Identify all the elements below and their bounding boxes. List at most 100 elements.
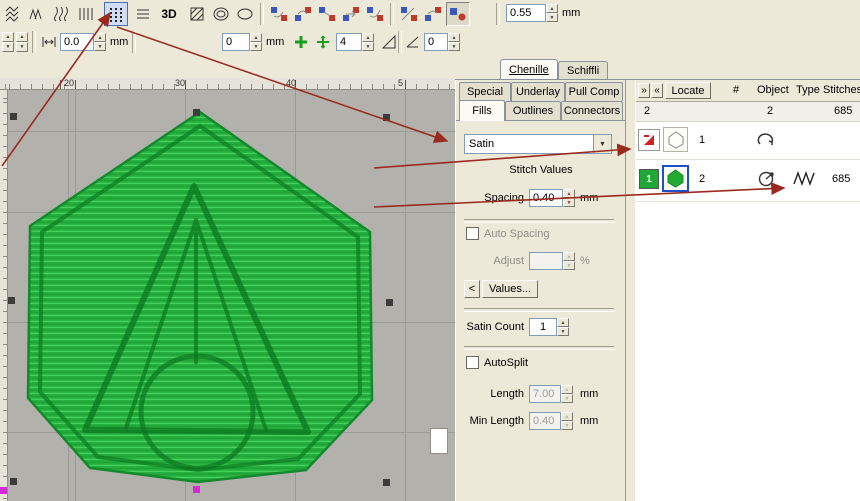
spacing-input[interactable]: 0.40	[529, 189, 563, 207]
spin-up-icon[interactable]: ▲	[94, 33, 106, 42]
color-film-tool-icon[interactable]	[422, 3, 444, 25]
adjust-spinner[interactable]: ▲ ▼	[563, 252, 575, 270]
spread-points-icon[interactable]	[312, 31, 334, 53]
selection-handle-se[interactable]	[383, 479, 390, 486]
tab-pull-comp[interactable]: Pull Comp	[565, 82, 623, 101]
autosplit-checkbox[interactable]	[466, 356, 479, 369]
nudge-spinner-1[interactable]: ▲ ▼	[2, 32, 14, 52]
min-length-spinner[interactable]: ▲ ▼	[561, 412, 573, 430]
selection-handle-w[interactable]	[8, 297, 15, 304]
stitch-player-tool-icon[interactable]	[446, 2, 470, 26]
angle-icon[interactable]	[402, 31, 424, 53]
double-ellipse-icon[interactable]	[210, 3, 232, 25]
wave-fill-icon[interactable]	[50, 3, 72, 25]
spin-up-icon[interactable]: ▲	[250, 33, 262, 42]
branching-tool-icon[interactable]	[268, 3, 290, 25]
reshape-tool-icon[interactable]	[316, 3, 338, 25]
tab-special[interactable]: Special	[459, 82, 511, 101]
align-center-icon[interactable]	[290, 31, 312, 53]
length-input[interactable]: 7.00	[529, 385, 561, 403]
spin-down-icon[interactable]: ▼	[563, 261, 575, 270]
satin-count-input[interactable]: 1	[529, 318, 557, 336]
column-header-type[interactable]: Type	[796, 84, 820, 96]
embroidery-design-object[interactable]	[8, 90, 455, 501]
tab-connectors[interactable]: Connectors	[561, 101, 623, 120]
spin-up-icon[interactable]: ▲	[561, 385, 573, 394]
spin-down-icon[interactable]: ▼	[448, 42, 460, 51]
zigzag-stitch-icon[interactable]	[26, 3, 48, 25]
values-collapse-button[interactable]: <	[464, 280, 480, 298]
expand-all-button[interactable]: »	[638, 83, 650, 98]
selection-handle-n[interactable]	[193, 109, 200, 116]
entry-exit-tool-icon[interactable]	[364, 3, 386, 25]
satin-lattice-icon[interactable]	[2, 3, 24, 25]
nudge-spinner-2[interactable]: ▲ ▼	[16, 32, 28, 52]
program-split-icon[interactable]	[104, 2, 128, 26]
color-group-row[interactable]: 2 2 685	[636, 102, 860, 122]
object-thumbnail-outline[interactable]	[663, 127, 688, 152]
spin-down-icon[interactable]: ▼	[94, 42, 106, 51]
offset-input[interactable]: 0.0	[60, 33, 94, 51]
canvas-scrollbar-thumb[interactable]	[430, 428, 448, 454]
column-fill-icon[interactable]	[74, 3, 96, 25]
spin-down-icon[interactable]: ▼	[250, 42, 262, 51]
stitch-width-input[interactable]: 0.55	[506, 4, 546, 22]
spin-up-icon[interactable]: ▲	[2, 32, 14, 42]
selection-handle-s-anchor[interactable]	[193, 486, 200, 493]
stitch-type-select[interactable]: Satin ▼	[464, 134, 612, 154]
tab-schiffli[interactable]: Schiffli	[558, 61, 608, 79]
spin-up-icon[interactable]: ▲	[557, 318, 569, 327]
spin-down-icon[interactable]: ▼	[546, 13, 558, 22]
distance-input[interactable]: 0	[222, 33, 250, 51]
color-film-icon[interactable]	[638, 129, 660, 151]
selection-handle-e[interactable]	[386, 299, 393, 306]
selection-handle-nw[interactable]	[10, 113, 17, 120]
spin-down-icon[interactable]: ▼	[16, 42, 28, 52]
spin-up-icon[interactable]: ▲	[563, 252, 575, 261]
spin-up-icon[interactable]: ▲	[16, 32, 28, 42]
corner-fraction-icon[interactable]	[378, 31, 400, 53]
auto-spacing-checkbox[interactable]	[466, 227, 479, 240]
spin-down-icon[interactable]: ▼	[2, 42, 14, 52]
thread-color-chip[interactable]: 1	[639, 169, 659, 189]
tab-chenille[interactable]: Chenille	[500, 59, 558, 79]
angle-spinner[interactable]: ▲ ▼	[448, 33, 460, 51]
satin-count-spinner[interactable]: ▲ ▼	[557, 318, 569, 336]
min-length-input[interactable]: 0.40	[529, 412, 561, 430]
locate-button[interactable]: Locate	[665, 82, 711, 99]
object-row[interactable]: 1	[636, 122, 860, 160]
width-measure-icon[interactable]	[38, 31, 60, 53]
offset-spinner[interactable]: ▲ ▼	[94, 33, 106, 51]
selection-handle-ne[interactable]	[383, 114, 390, 121]
spin-down-icon[interactable]: ▼	[561, 421, 573, 430]
column-header-number[interactable]: #	[733, 84, 739, 96]
length-spinner[interactable]: ▲ ▼	[561, 385, 573, 403]
fancy-fill-icon[interactable]	[186, 3, 208, 25]
count-spinner[interactable]: ▲ ▼	[362, 33, 374, 51]
design-canvas[interactable]	[8, 90, 455, 501]
spin-down-icon[interactable]: ▼	[557, 327, 569, 336]
spin-down-icon[interactable]: ▼	[362, 42, 374, 51]
tab-outlines[interactable]: Outlines	[505, 101, 561, 120]
sequence-tool-icon[interactable]	[292, 3, 314, 25]
adjust-input[interactable]	[529, 252, 563, 270]
stitch-width-spinner[interactable]: ▲ ▼	[546, 4, 558, 22]
reverse-tool-icon[interactable]	[340, 3, 362, 25]
values-button[interactable]: Values...	[482, 280, 538, 298]
chevron-down-icon[interactable]: ▼	[593, 135, 611, 153]
stitch-lines-icon[interactable]	[132, 3, 154, 25]
tab-underlay[interactable]: Underlay	[511, 82, 565, 101]
column-header-stitches[interactable]: Stitches	[823, 84, 860, 96]
distance-spinner[interactable]: ▲ ▼	[250, 33, 262, 51]
ellipse-icon[interactable]	[234, 3, 256, 25]
selection-handle-sw[interactable]	[10, 478, 17, 485]
tab-fills[interactable]: Fills	[459, 100, 505, 121]
angle-input[interactable]: 0	[424, 33, 448, 51]
collapse-all-button[interactable]: «	[651, 83, 663, 98]
spin-up-icon[interactable]: ▲	[448, 33, 460, 42]
panel-splitter[interactable]	[625, 80, 636, 501]
spin-up-icon[interactable]: ▲	[546, 4, 558, 13]
spin-up-icon[interactable]: ▲	[563, 189, 575, 198]
count-input[interactable]: 4	[336, 33, 362, 51]
3d-warp-button[interactable]: 3D	[156, 3, 182, 25]
